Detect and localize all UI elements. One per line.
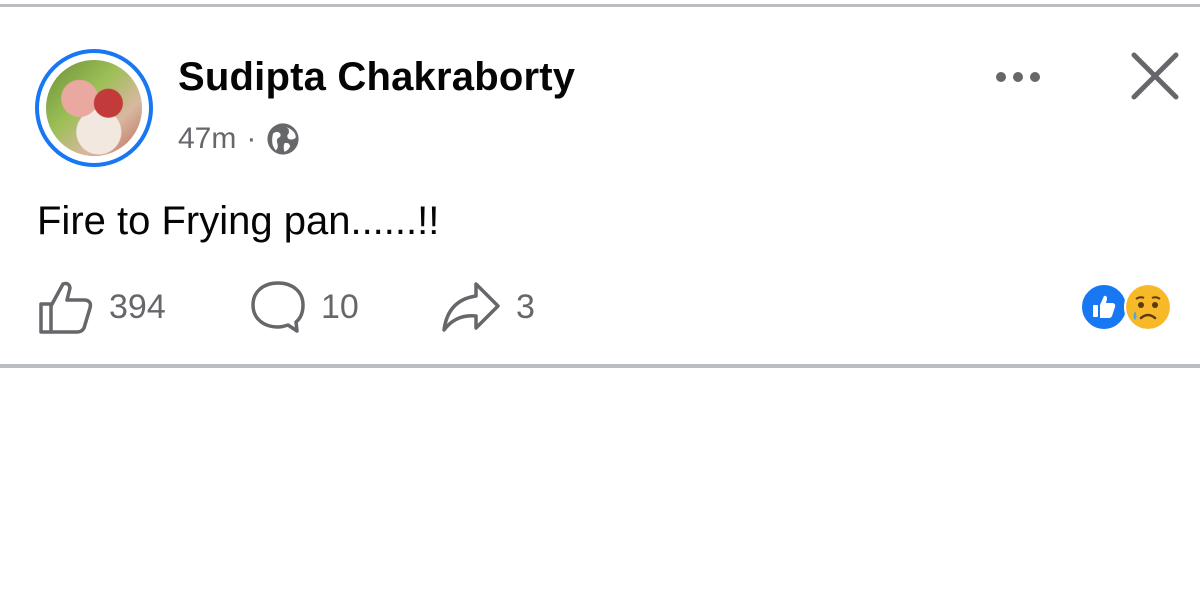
share-button[interactable]: 3: [440, 277, 535, 337]
avatar[interactable]: [46, 60, 142, 156]
sad-face-icon: [1126, 285, 1170, 329]
post-message: Fire to Frying pan......!!: [37, 199, 440, 243]
globe-icon[interactable]: [266, 122, 300, 156]
post-meta: 47m ·: [178, 119, 300, 159]
meta-separator: ·: [246, 122, 257, 155]
author-name[interactable]: Sudipta Chakraborty: [178, 55, 575, 100]
more-options-icon[interactable]: [996, 62, 1056, 92]
like-count: 394: [109, 287, 166, 326]
post-timestamp[interactable]: 47m: [178, 122, 236, 156]
sad-reaction-icon: [1124, 283, 1172, 331]
share-icon: [442, 282, 500, 332]
close-icon[interactable]: [1128, 49, 1182, 103]
more-dot: [1030, 72, 1040, 82]
share-count: 3: [516, 287, 535, 326]
author-avatar-ring[interactable]: [35, 49, 153, 167]
more-dot: [1013, 72, 1023, 82]
like-button[interactable]: 394: [37, 277, 166, 337]
thumbs-up-icon: [1093, 295, 1116, 318]
comment-button[interactable]: 10: [249, 277, 359, 337]
more-dot: [996, 72, 1006, 82]
reaction-summary[interactable]: [1080, 283, 1180, 333]
post-card: Sudipta Chakraborty 47m · Fire to Frying…: [0, 4, 1200, 368]
comment-count: 10: [321, 287, 359, 326]
comment-icon: [251, 281, 305, 333]
thumbs-up-icon: [39, 281, 93, 334]
like-reaction-icon: [1080, 283, 1128, 331]
